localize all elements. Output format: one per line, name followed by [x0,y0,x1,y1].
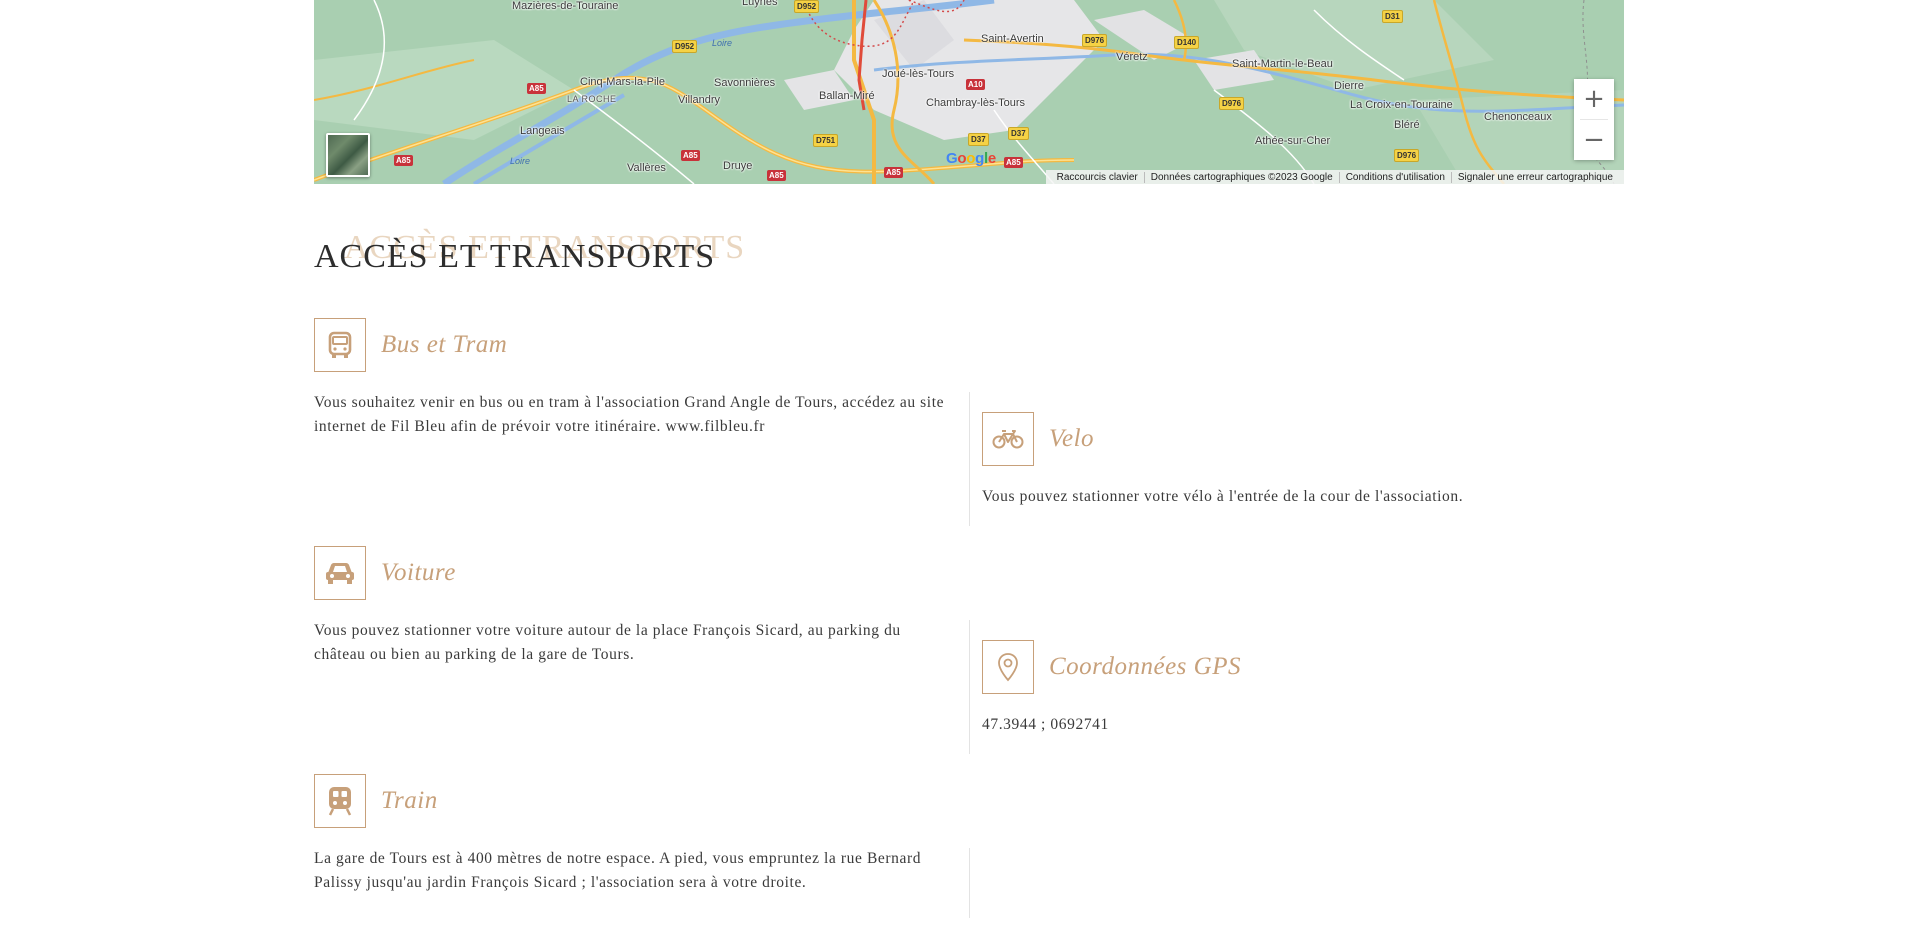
section-title: ACCÈS ET TRANSPORTS [314,238,716,275]
block-header: Velo [982,411,1622,467]
block-text: 47.3944 ; 0692741 [982,716,1109,733]
map-label-langeais: Langeais [520,125,565,137]
map-road-shield: D976 [1082,34,1108,47]
map-road-shield: D31 [1382,10,1403,23]
satellite-toggle-button[interactable] [326,133,370,177]
zoom-in-button[interactable]: + [1574,79,1614,119]
map-label-saint-martin-le-beau: Saint-Martin-le-Beau [1232,58,1333,70]
google-logo: Google [946,150,996,167]
map-label-mazieres: Mazières-de-Touraine [512,0,619,12]
map-road-shield: D751 [813,134,839,147]
zoom-out-button[interactable]: − [1574,120,1614,160]
block-header: Voiture [314,545,954,601]
map-road-shield: A10 [966,79,985,90]
bus-icon [314,318,366,372]
map-label-joue-les-tours: Joué-lès-Tours [882,68,955,80]
map-label-blere: Bléré [1394,119,1420,131]
keyboard-shortcuts-link[interactable]: Raccourcis clavier [1051,172,1144,183]
block-title: Voiture [381,559,456,586]
map-label-valleres: Vallères [627,162,666,174]
map-road-shield: D976 [1394,149,1420,162]
map-road-shield: D37 [968,133,989,146]
column-divider [969,620,970,754]
map-road-shield: D976 [1219,97,1245,110]
access-block-gps: Coordonnées GPS 47.3944 ; 0692741 [982,639,1622,737]
map-river-label: Loire [712,38,733,48]
map-label-dierre: Dierre [1334,80,1364,92]
map-road-shield: D952 [672,40,698,53]
map-label-luynes: Luynes [742,0,778,8]
map-label-villandry: Villandry [678,94,720,106]
map-data-credit: Données cartographiques ©2023 Google [1143,171,1339,183]
map-road-shield: A85 [1004,157,1023,168]
block-title: Train [381,787,438,814]
map-pin-icon [982,640,1034,694]
car-icon [314,546,366,600]
block-header: Coordonnées GPS [982,639,1622,695]
block-title: Bus et Tram [381,331,508,358]
train-icon [314,774,366,828]
access-block-velo: Velo Vous pouvez stationner votre vélo à… [982,411,1622,509]
map-road-shield: A85 [394,155,413,166]
block-header: Train [314,773,954,829]
map-label-druye: Druye [723,160,753,172]
block-text: Vous pouvez stationner votre vélo à l'en… [982,488,1464,505]
map-road-shield: A85 [527,83,546,94]
bicycle-icon [982,412,1034,466]
map-road-shield: D37 [1008,127,1029,140]
map-label-la-croix: La Croix-en-Touraine [1350,99,1453,111]
block-text: La gare de Tours est à 400 mètres de not… [314,850,922,891]
column-divider [969,848,970,918]
terms-of-use-link[interactable]: Conditions d'utilisation [1338,171,1451,183]
map-label-athee: Athée-sur-Cher [1255,135,1331,147]
map-zoom-control: + − [1574,79,1614,160]
map-label-ballan-mire: Ballan-Miré [819,90,875,102]
access-block-voiture: Voiture Vous pouvez stationner votre voi… [314,545,954,667]
map-label-cinq-mars: Cinq-Mars-la-Pile [580,76,665,88]
block-header: Bus et Tram [314,317,954,373]
access-block-bus: Bus et Tram Vous souhaitez venir en bus … [314,317,954,439]
map-label-saint-avertin: Saint-Avertin [981,33,1044,45]
map-label-la-roche: LA ROCHE [567,94,617,104]
block-text: Vous souhaitez venir en bus ou en tram à… [314,394,945,435]
block-text: Vous pouvez stationner votre voiture aut… [314,622,901,663]
google-map[interactable]: Mazières-de-Touraine Luynes Saint-Averti… [314,0,1624,184]
map-label-chambray: Chambray-lès-Tours [926,97,1026,109]
block-title: Velo [1049,425,1095,452]
map-road-shield: A85 [767,170,786,181]
map-road-shield: D140 [1174,36,1200,49]
map-road-shield: D952 [794,0,820,13]
map-road-shield: A85 [884,167,903,178]
map-river-label: Loire [510,156,531,166]
column-divider [969,392,970,526]
access-block-train: Train La gare de Tours est à 400 mètres … [314,773,954,895]
map-road-shield: A85 [681,150,700,161]
map-label-savonnieres: Savonnières [714,77,776,89]
block-title: Coordonnées GPS [1049,653,1241,680]
map-label-veretz: Véretz [1116,51,1148,63]
map-attribution-bar: Raccourcis clavier Données cartographiqu… [1045,170,1624,184]
map-label-chenonceaux: Chenonceaux [1484,111,1552,123]
report-map-error-link[interactable]: Signaler une erreur cartographique [1450,171,1619,183]
